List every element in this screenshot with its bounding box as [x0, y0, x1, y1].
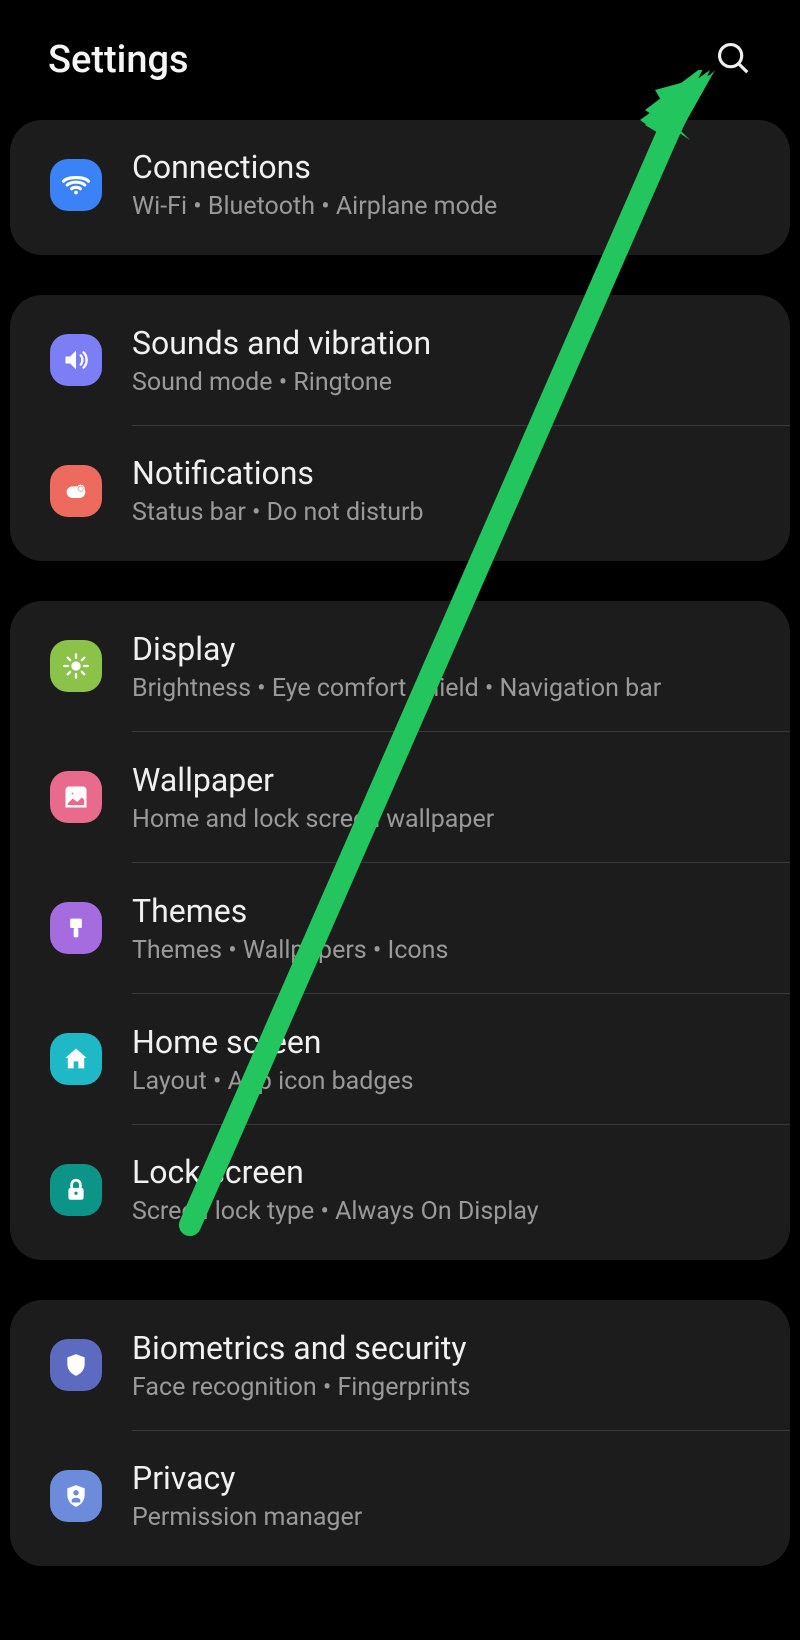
display-icon [50, 640, 102, 692]
item-title: Home screen [132, 1023, 414, 1061]
header: Settings [0, 0, 800, 120]
settings-group: Display Brightness • Eye comfort shield … [10, 601, 790, 1260]
settings-item-wallpaper[interactable]: Wallpaper Home and lock screen wallpaper [10, 732, 790, 862]
privacy-icon [50, 1470, 102, 1522]
item-text: Lock screen Screen lock type • Always On… [132, 1153, 539, 1226]
item-subtitle: Status bar • Do not disturb [132, 498, 424, 527]
item-text: Notifications Status bar • Do not distur… [132, 454, 424, 527]
item-text: Themes Themes • Wallpapers • Icons [132, 892, 448, 965]
item-subtitle: Home and lock screen wallpaper [132, 805, 494, 834]
item-title: Themes [132, 892, 448, 930]
settings-item-connections[interactable]: Connections Wi-Fi • Bluetooth • Airplane… [10, 120, 790, 255]
home-icon [50, 1033, 102, 1085]
item-text: Sounds and vibration Sound mode • Ringto… [132, 324, 431, 397]
settings-item-sounds[interactable]: Sounds and vibration Sound mode • Ringto… [10, 295, 790, 425]
item-text: Wallpaper Home and lock screen wallpaper [132, 761, 494, 834]
wifi-icon [50, 159, 102, 211]
sound-icon [50, 334, 102, 386]
settings-group: Connections Wi-Fi • Bluetooth • Airplane… [10, 120, 790, 255]
shield-icon [50, 1339, 102, 1391]
item-title: Notifications [132, 454, 424, 492]
item-subtitle: Face recognition • Fingerprints [132, 1373, 470, 1402]
item-subtitle: Themes • Wallpapers • Icons [132, 936, 448, 965]
wallpaper-icon [50, 771, 102, 823]
item-subtitle: Layout • App icon badges [132, 1067, 414, 1096]
item-subtitle: Sound mode • Ringtone [132, 368, 431, 397]
settings-group: Sounds and vibration Sound mode • Ringto… [10, 295, 790, 561]
item-text: Display Brightness • Eye comfort shield … [132, 630, 661, 703]
themes-icon [50, 902, 102, 954]
item-text: Connections Wi-Fi • Bluetooth • Airplane… [132, 148, 497, 221]
item-title: Wallpaper [132, 761, 494, 799]
settings-item-biometrics[interactable]: Biometrics and security Face recognition… [10, 1300, 790, 1430]
item-title: Sounds and vibration [132, 324, 431, 362]
item-subtitle: Brightness • Eye comfort shield • Naviga… [132, 674, 661, 703]
item-subtitle: Screen lock type • Always On Display [132, 1197, 539, 1226]
settings-item-themes[interactable]: Themes Themes • Wallpapers • Icons [10, 863, 790, 993]
settings-group: Biometrics and security Face recognition… [10, 1300, 790, 1566]
settings-list: Connections Wi-Fi • Bluetooth • Airplane… [0, 120, 800, 1566]
notifications-icon [50, 465, 102, 517]
item-text: Privacy Permission manager [132, 1459, 362, 1532]
settings-item-home-screen[interactable]: Home screen Layout • App icon badges [10, 994, 790, 1124]
page-title: Settings [48, 38, 189, 82]
settings-item-display[interactable]: Display Brightness • Eye comfort shield … [10, 601, 790, 731]
settings-item-privacy[interactable]: Privacy Permission manager [10, 1431, 790, 1566]
item-subtitle: Wi-Fi • Bluetooth • Airplane mode [132, 192, 497, 221]
settings-item-lock-screen[interactable]: Lock screen Screen lock type • Always On… [10, 1125, 790, 1260]
item-title: Privacy [132, 1459, 362, 1497]
item-text: Home screen Layout • App icon badges [132, 1023, 414, 1096]
search-button[interactable] [714, 39, 752, 81]
settings-item-notifications[interactable]: Notifications Status bar • Do not distur… [10, 426, 790, 561]
item-title: Connections [132, 148, 497, 186]
item-text: Biometrics and security Face recognition… [132, 1329, 470, 1402]
lock-icon [50, 1164, 102, 1216]
item-title: Lock screen [132, 1153, 539, 1191]
item-title: Biometrics and security [132, 1329, 470, 1367]
item-title: Display [132, 630, 661, 668]
search-icon [714, 39, 752, 77]
item-subtitle: Permission manager [132, 1503, 362, 1532]
